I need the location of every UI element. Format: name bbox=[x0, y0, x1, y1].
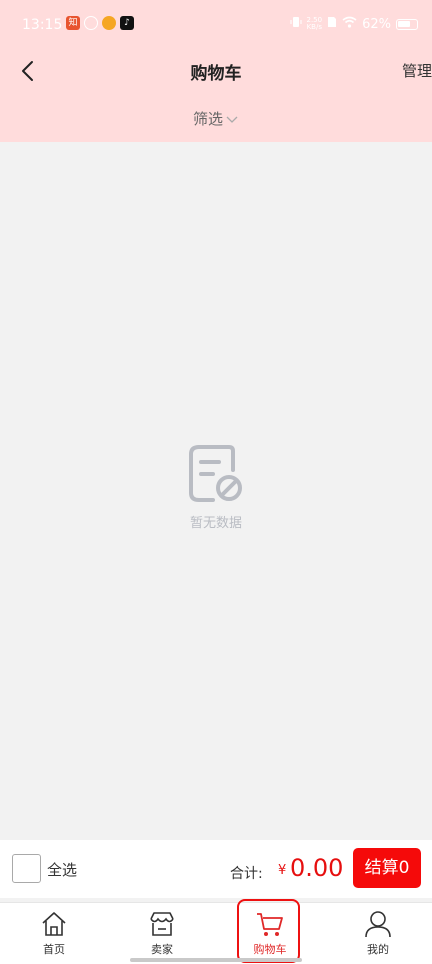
nav-bar: 购物车 管理 bbox=[0, 50, 432, 90]
tab-seller[interactable]: 卖家 bbox=[108, 903, 216, 964]
currency-symbol: ¥ bbox=[278, 863, 287, 878]
shop-icon bbox=[150, 912, 174, 936]
tiktok-icon: ♪ bbox=[120, 16, 134, 30]
page-title: 购物车 bbox=[190, 64, 242, 84]
manage-button[interactable]: 管理 bbox=[402, 60, 432, 81]
chevron-down-icon bbox=[225, 111, 239, 129]
status-time: 13:15 bbox=[22, 17, 63, 33]
filter-label: 筛选 bbox=[192, 110, 223, 128]
home-indicator[interactable] bbox=[130, 958, 302, 962]
total-label: 合计: bbox=[230, 866, 263, 882]
tab-home[interactable]: 首页 bbox=[0, 903, 108, 964]
empty-state-text: 暂无数据 bbox=[189, 516, 242, 531]
status-indicators: 2.50 KB/s 62% bbox=[290, 16, 418, 32]
tab-label: 卖家 bbox=[151, 943, 173, 956]
status-bar: 13:15 知 ♪ 2.50 KB/s 62% bbox=[0, 0, 432, 50]
wifi-icon bbox=[342, 16, 357, 32]
tab-label: 首页 bbox=[43, 943, 65, 956]
battery-icon bbox=[396, 18, 418, 30]
filter-dropdown[interactable]: 筛选 bbox=[0, 108, 432, 129]
tab-bar: 首页 卖家 购物车 我的 bbox=[0, 902, 432, 964]
notification-icons: 知 ♪ bbox=[66, 16, 134, 30]
sim-icon bbox=[327, 16, 337, 32]
vibrate-icon bbox=[290, 16, 302, 32]
network-speed: 2.50 KB/s bbox=[306, 16, 323, 31]
user-icon bbox=[365, 911, 391, 938]
app-notification-icon: 知 bbox=[66, 16, 80, 30]
total-amount: 0.00 bbox=[290, 854, 344, 882]
sync-icon bbox=[84, 16, 98, 30]
select-all-checkbox[interactable] bbox=[12, 854, 41, 883]
empty-state: 暂无数据 bbox=[0, 444, 432, 531]
checkout-bar: 全选 合计: ¥ 0.00 结算0 bbox=[0, 840, 432, 898]
cart-tab-highlight bbox=[237, 899, 300, 963]
battery-percent: 62% bbox=[362, 16, 391, 32]
home-icon bbox=[42, 912, 66, 936]
checkout-button[interactable]: 结算0 bbox=[353, 848, 421, 888]
no-data-icon bbox=[189, 445, 242, 502]
tab-label: 我的 bbox=[367, 943, 389, 956]
tab-mine[interactable]: 我的 bbox=[324, 903, 432, 964]
weibo-icon bbox=[102, 16, 116, 30]
select-all-label[interactable]: 全选 bbox=[47, 859, 77, 880]
